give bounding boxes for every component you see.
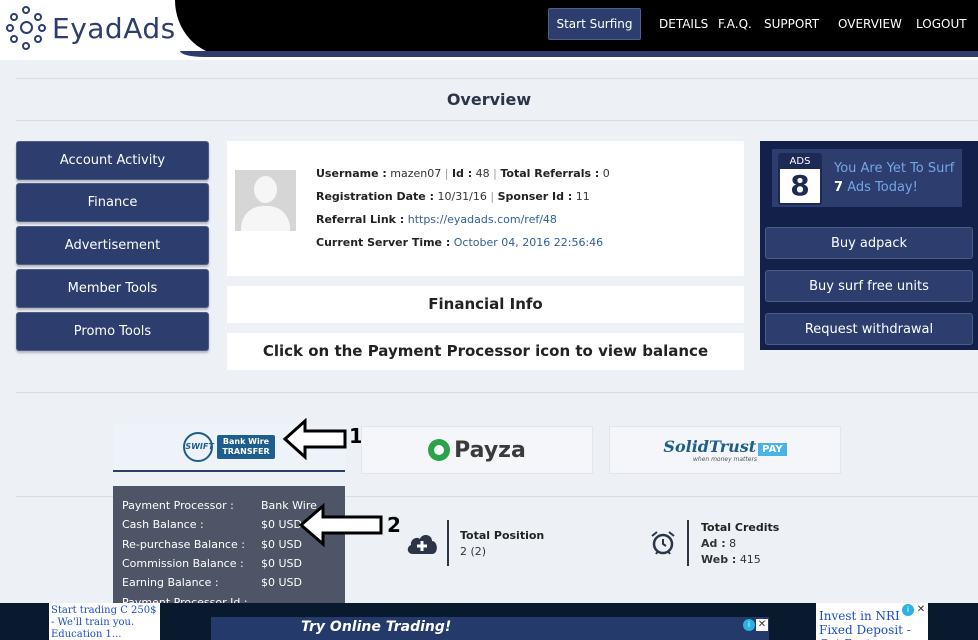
info-line-username: Username : mazen07 | Id : 48 | Total Ref… [316,167,610,180]
financial-info-title: Financial Info [227,286,744,323]
web-credits-value: 415 [739,553,761,566]
total-position-value: 2 (2) [460,545,487,558]
arrow-annotation-2-icon [299,503,383,547]
page-title: Overview [446,90,532,109]
request-withdrawal-button[interactable]: Request withdrawal [765,313,973,345]
info-line-registration: Registration Date : 10/31/16 | Sponser I… [316,190,590,203]
nav-faq[interactable]: F.A.Q. [718,17,752,31]
close-icon[interactable]: ✕ [915,604,927,616]
avatar [235,170,296,231]
divider [16,496,113,497]
stat-divider [447,520,449,566]
sponsor-id: 11 [575,190,590,203]
menu-member-tools-button[interactable]: Member Tools [16,269,209,308]
info-line-referral: Referral Link : https://eyadads.com/ref/… [316,213,557,226]
menu-account-activity-button[interactable]: Account Activity [16,141,209,180]
cloud-upload-icon [407,535,437,554]
username-value: mazen07 [390,167,442,180]
processor-payza[interactable]: Payza [361,426,593,474]
nav-details[interactable]: DETAILS [659,17,708,31]
referrals-value: 0 [602,167,610,180]
nav-support[interactable]: SUPPORT [764,17,819,31]
adchoices-icon[interactable]: i [902,604,914,616]
stat-divider [687,520,689,566]
start-surfing-button[interactable]: Start Surfing [548,8,641,40]
divider [345,496,978,497]
ad-banner-center[interactable]: Try Online Trading! i ✕ [211,617,769,640]
ads-remaining-card: ADS 8 You Are Yet To Surf 7 Ads Today! [772,149,962,207]
logo-dots-icon [6,4,46,52]
nav-logout[interactable]: LOGOUT [916,17,967,31]
processor-solidtrust[interactable]: SolidTrust PAY when money matters [609,426,841,474]
arrow-annotation-1-icon [283,418,347,460]
referral-link[interactable]: https://eyadads.com/ref/48 [408,213,557,226]
menu-promo-tools-button[interactable]: Promo Tools [16,312,209,351]
ads-calendar-icon: ADS 8 [778,153,822,205]
annotation-label-2: 2 [387,513,401,537]
financial-hint: Click on the Payment Processor icon to v… [227,333,744,370]
registration-date: 10/31/16 [437,190,487,203]
solidtrust-logo: SolidTrust PAY when money matters [663,437,787,463]
payza-icon [428,439,451,461]
divider [16,120,978,121]
header-accent-bar [180,51,978,57]
menu-advertisement-button[interactable]: Advertisement [16,226,209,265]
ads-remaining-text: You Are Yet To Surf 7 Ads Today! [834,161,955,195]
server-time: October 04, 2016 22:56:46 [453,236,604,249]
logo[interactable]: EyadAds [6,4,176,52]
nav-overview[interactable]: OVERVIEW [838,17,902,31]
buy-surf-free-units-button[interactable]: Buy surf free units [765,270,973,302]
info-line-server-time: Current Server Time : October 04, 2016 2… [316,236,604,249]
payza-logo: Payza [428,438,526,463]
total-credits-stat: Total Credits Ad : 8 Web : 415 [701,521,780,566]
divider [16,392,978,393]
ad-banner-left[interactable]: Start trading C 250$ - We'll train you. … [49,603,160,640]
header: EyadAds Start Surfing DETAILS F.A.Q. SUP… [0,0,978,60]
ad-credits-value: 8 [729,537,737,550]
buy-adpack-button[interactable]: Buy adpack [765,227,973,259]
alarm-clock-icon [651,531,675,555]
adchoices-icon[interactable]: i [743,619,755,631]
logo-text: EyadAds [52,11,176,45]
id-value: 48 [475,167,490,180]
close-icon[interactable]: ✕ [756,619,768,631]
swift-logo-icon: SWIFT Bank Wire TRANSFER [183,432,275,462]
right-panel: ADS 8 You Are Yet To Surf 7 Ads Today! B… [760,141,978,350]
profile-card: Username : mazen07 | Id : 48 | Total Ref… [227,141,744,276]
menu-finance-button[interactable]: Finance [16,183,209,222]
divider [16,78,978,79]
total-position-stat: Total Position 2 (2) [460,529,545,558]
